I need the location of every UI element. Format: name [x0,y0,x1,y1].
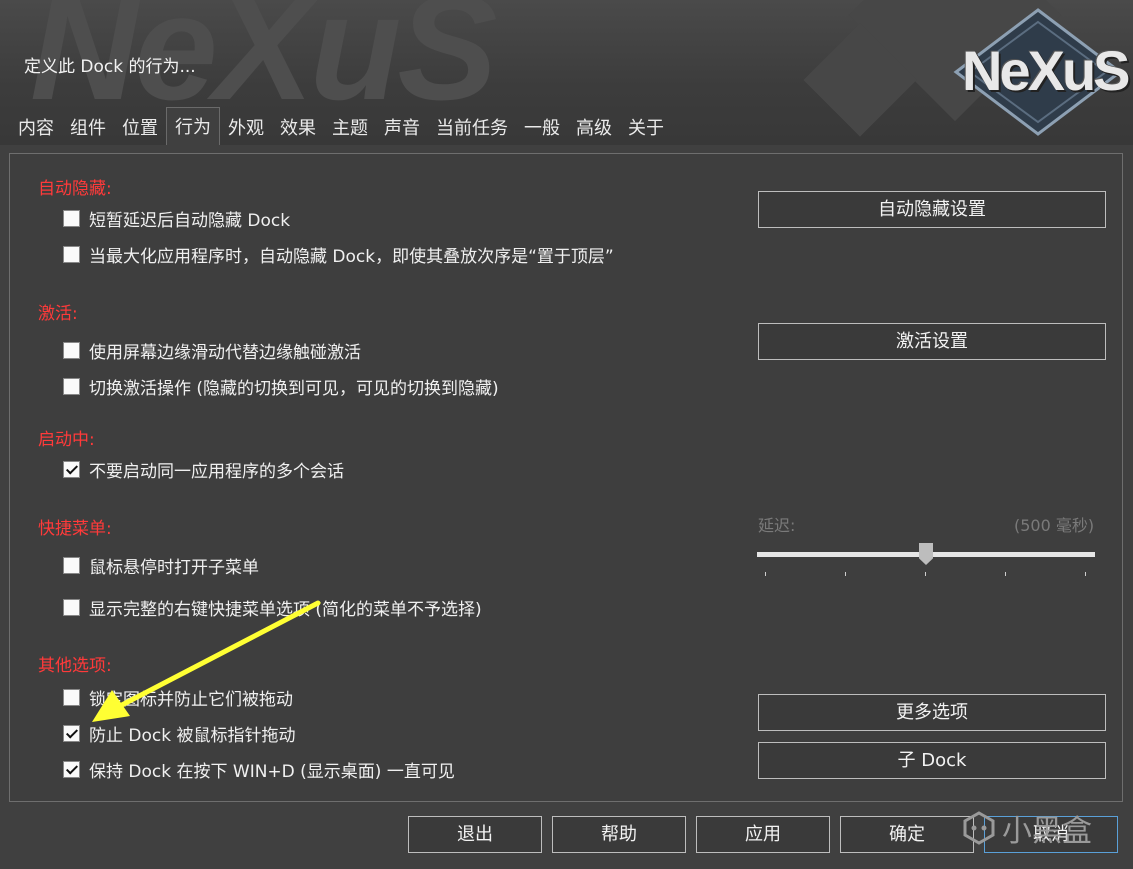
help-button[interactable]: 帮助 [552,816,686,853]
ok-button[interactable]: 确定 [840,816,974,853]
apply-button[interactable]: 应用 [696,816,830,853]
watermark-text: 小黑盒 [1002,814,1092,849]
exit-button[interactable]: 退出 [408,816,542,853]
watermark: 小黑盒 [962,808,1102,849]
annotation-arrow-icon [92,600,321,722]
watermark-logo-icon [963,811,995,845]
